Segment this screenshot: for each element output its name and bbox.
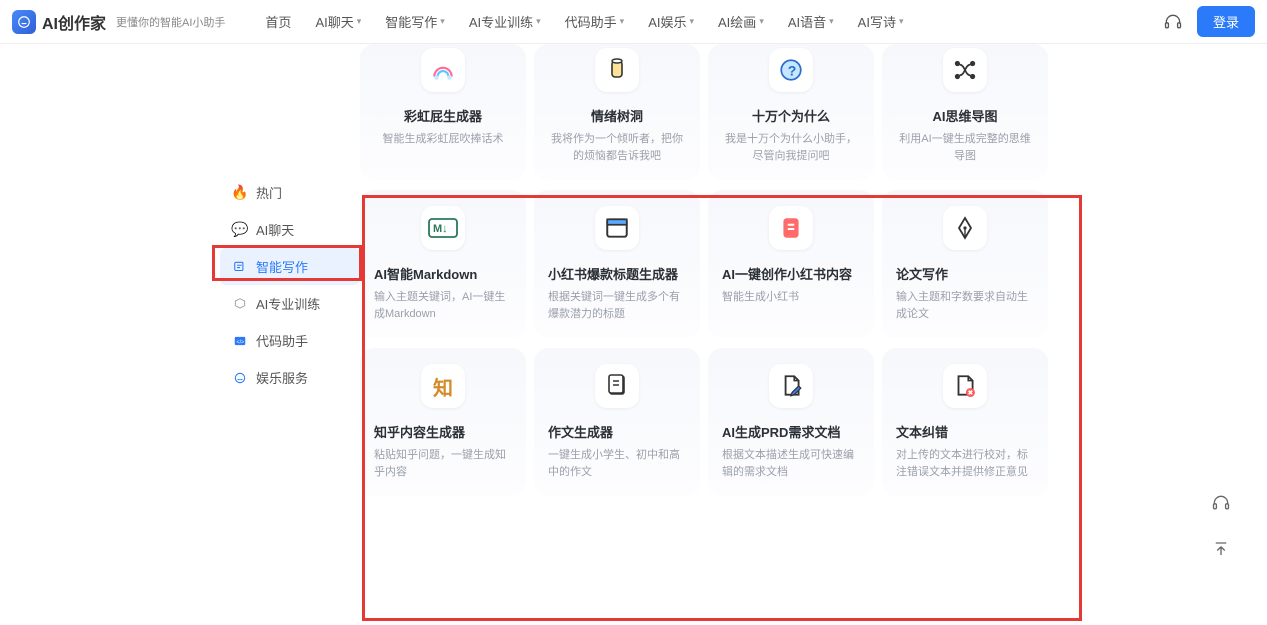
chat-icon: 💬 <box>232 222 248 238</box>
nav-chat[interactable]: AI聊天▾ <box>315 12 361 31</box>
card-title: 作文生成器 <box>548 422 686 441</box>
code-icon: </> <box>232 333 248 349</box>
markdown-icon: M↓ <box>421 206 465 250</box>
card-markdown[interactable]: M↓ AI智能Markdown 输入主题关键词，AI一键生成Markdown <box>360 190 526 338</box>
chevron-down-icon: ▾ <box>829 16 834 27</box>
float-top-icon[interactable] <box>1205 533 1237 565</box>
tagline: 更懂你的智能AI小助手 <box>116 14 225 30</box>
card-thesis[interactable]: 论文写作 输入主题和字数要求自动生成论文 <box>882 190 1048 338</box>
svg-text:</>: </> <box>237 339 245 345</box>
card-desc: 利用AI一键生成完整的思维导图 <box>896 131 1034 164</box>
card-title: AI生成PRD需求文档 <box>722 422 860 441</box>
sidebar-item-writing[interactable]: 智能写作 <box>220 248 360 285</box>
card-desc: 根据文本描述生成可快速编辑的需求文档 <box>722 447 860 480</box>
nav-writing[interactable]: 智能写作▾ <box>385 12 445 31</box>
doc-icon <box>595 364 639 408</box>
card-title: AI思维导图 <box>896 106 1034 125</box>
sidebar-item-chat[interactable]: 💬AI聊天 <box>220 211 360 248</box>
chevron-down-icon: ▾ <box>357 16 362 27</box>
nav-training[interactable]: AI专业训练▾ <box>469 12 541 31</box>
cup-icon <box>595 48 639 92</box>
card-desc: 粘贴知乎问题，一键生成知乎内容 <box>374 447 512 480</box>
card-desc: 智能生成小红书 <box>722 289 860 306</box>
card-desc: 对上传的文本进行校对，标注错误文本并提供修正意见 <box>896 447 1034 480</box>
chevron-down-icon: ▾ <box>536 16 541 27</box>
card-desc: 输入主题关键词，AI一键生成Markdown <box>374 289 512 322</box>
card-title: AI一键创作小红书内容 <box>722 264 860 283</box>
card-essay[interactable]: 作文生成器 一键生成小学生、初中和高中的作文 <box>534 348 700 496</box>
brand-logo[interactable]: AI创作家 <box>12 10 106 34</box>
card-desc: 输入主题和字数要求自动生成论文 <box>896 289 1034 322</box>
nav-draw[interactable]: AI绘画▾ <box>718 12 764 31</box>
card-rainbow[interactable]: 彩虹屁生成器 智能生成彩虹屁吹捧话术 <box>360 44 526 180</box>
card-emotion[interactable]: 情绪树洞 我将作为一个倾听者，把你的烦恼都告诉我吧 <box>534 44 700 180</box>
card-desc: 我将作为一个倾听者，把你的烦恼都告诉我吧 <box>548 131 686 164</box>
card-title: 小红书爆款标题生成器 <box>548 264 686 283</box>
window-icon <box>595 206 639 250</box>
nav-poem[interactable]: AI写诗▾ <box>858 12 904 31</box>
card-desc: 一键生成小学生、初中和高中的作文 <box>548 447 686 480</box>
fire-icon: 🔥 <box>232 185 248 201</box>
chevron-down-icon: ▾ <box>899 16 904 27</box>
chevron-down-icon: ▾ <box>689 16 694 27</box>
card-title: 十万个为什么 <box>722 106 860 125</box>
zhihu-icon: 知 <box>421 364 465 408</box>
svg-text:M↓: M↓ <box>433 223 448 235</box>
float-support-icon[interactable] <box>1205 487 1237 519</box>
card-xhs-title[interactable]: 小红书爆款标题生成器 根据关键词一键生成多个有爆款潜力的标题 <box>534 190 700 338</box>
card-desc: 智能生成彩虹屁吹捧话术 <box>374 131 512 148</box>
nav-home[interactable]: 首页 <box>265 12 291 31</box>
sidebar-item-hot[interactable]: 🔥热门 <box>220 174 360 211</box>
brand-name: AI创作家 <box>42 10 106 34</box>
card-why[interactable]: ? 十万个为什么 我是十万个为什么小助手，尽管向我提问吧 <box>708 44 874 180</box>
login-button[interactable]: 登录 <box>1197 6 1255 37</box>
card-title: 情绪树洞 <box>548 106 686 125</box>
card-xhs-content[interactable]: AI一键创作小红书内容 智能生成小红书 <box>708 190 874 338</box>
sidebar-item-entertainment[interactable]: 娱乐服务 <box>220 359 360 396</box>
doc-edit-icon <box>769 364 813 408</box>
note-icon <box>769 206 813 250</box>
cube-icon <box>232 296 248 312</box>
nav-entertainment[interactable]: AI娱乐▾ <box>648 12 694 31</box>
nav-voice[interactable]: AI语音▾ <box>788 12 834 31</box>
sidebar-item-code[interactable]: </>代码助手 <box>220 322 360 359</box>
floating-actions <box>1205 487 1237 565</box>
chevron-down-icon: ▾ <box>620 16 625 27</box>
card-prd[interactable]: AI生成PRD需求文档 根据文本描述生成可快速编辑的需求文档 <box>708 348 874 496</box>
card-title: 知乎内容生成器 <box>374 422 512 441</box>
svg-text:?: ? <box>788 62 797 78</box>
smile-icon <box>232 370 248 386</box>
chevron-down-icon: ▾ <box>440 16 445 27</box>
doc-error-icon <box>943 364 987 408</box>
nav-code[interactable]: 代码助手▾ <box>565 12 625 31</box>
topbar: AI创作家 更懂你的智能AI小助手 首页 AI聊天▾ 智能写作▾ AI专业训练▾… <box>0 0 1267 44</box>
card-correction[interactable]: 文本纠错 对上传的文本进行校对，标注错误文本并提供修正意见 <box>882 348 1048 496</box>
card-desc: 我是十万个为什么小助手，尽管向我提问吧 <box>722 131 860 164</box>
sidebar: 🔥热门 💬AI聊天 智能写作 AI专业训练 </>代码助手 娱乐服务 <box>220 174 360 396</box>
logo-icon <box>12 10 36 34</box>
content-grid: 彩虹屁生成器 智能生成彩虹屁吹捧话术 情绪树洞 我将作为一个倾听者，把你的烦恼都… <box>360 44 1052 496</box>
sidebar-item-training[interactable]: AI专业训练 <box>220 285 360 322</box>
support-icon[interactable] <box>1163 12 1183 32</box>
card-mindmap[interactable]: AI思维导图 利用AI一键生成完整的思维导图 <box>882 44 1048 180</box>
chevron-down-icon: ▾ <box>759 16 764 27</box>
card-title: 论文写作 <box>896 264 1034 283</box>
card-desc: 根据关键词一键生成多个有爆款潜力的标题 <box>548 289 686 322</box>
pen-nib-icon <box>943 206 987 250</box>
card-title: AI智能Markdown <box>374 264 512 283</box>
card-title: 彩虹屁生成器 <box>374 106 512 125</box>
card-title: 文本纠错 <box>896 422 1034 441</box>
pen-icon <box>232 259 248 275</box>
mindmap-icon <box>943 48 987 92</box>
top-nav: 首页 AI聊天▾ 智能写作▾ AI专业训练▾ 代码助手▾ AI娱乐▾ AI绘画▾… <box>265 12 903 31</box>
rainbow-icon <box>421 48 465 92</box>
card-zhihu[interactable]: 知 知乎内容生成器 粘贴知乎问题，一键生成知乎内容 <box>360 348 526 496</box>
question-icon: ? <box>769 48 813 92</box>
